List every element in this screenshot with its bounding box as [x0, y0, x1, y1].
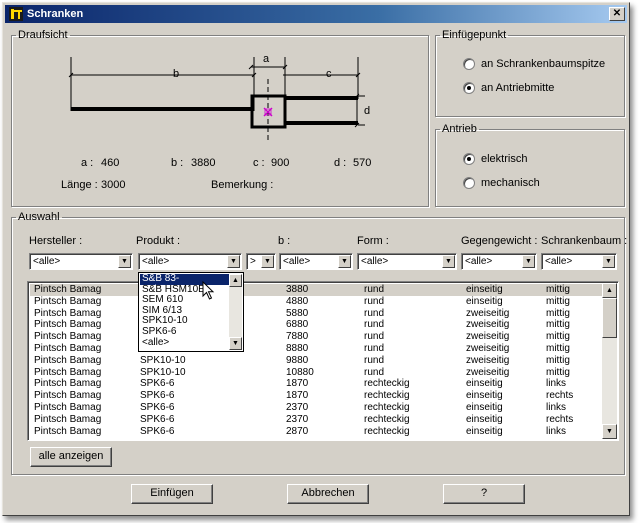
scroll-thumb[interactable] — [602, 298, 617, 338]
table-row[interactable]: Pintsch Bamag 7880 rund zweiseitig mittig — [30, 331, 602, 343]
table-row[interactable]: Pintsch Bamag SPK10-10 10880 rund zweiseitig… — [30, 367, 602, 379]
einfuegepunkt-group: Einfügepunkt — [435, 29, 625, 117]
scroll-up-icon[interactable]: ▲ — [229, 274, 242, 287]
radio-schrankenbaumspitze[interactable] — [463, 58, 475, 70]
insertion-point-marker-icon — [263, 107, 273, 117]
antrieb-group: Antrieb — [435, 123, 625, 207]
filter-gegengewicht[interactable]: <alle> ▼ — [461, 253, 537, 270]
table-row[interactable]: Pintsch Bamag SPK6-6 2870 rechteckig einseit… — [30, 426, 602, 438]
dim-label-d: d — [364, 105, 371, 117]
einfuegen-button[interactable]: Einfügen — [131, 484, 213, 504]
radio-antriebmitte[interactable] — [463, 82, 475, 94]
laenge-value: 3000 — [101, 179, 126, 191]
dim-label-c: c — [326, 68, 332, 80]
header-b: b : — [278, 235, 291, 247]
radio-elektrisch-label: elektrisch — [481, 153, 528, 165]
table-row[interactable]: Pintsch Bamag SPK10-10 9880 rund zweiseitig m… — [30, 355, 602, 367]
a-value: 460 — [101, 157, 120, 169]
table-row[interactable]: Pintsch Bamag 3880 rund einseitig mittig — [30, 284, 602, 296]
d-label: d : — [334, 157, 347, 169]
header-gegengewicht: Gegengewicht : — [461, 235, 538, 247]
chevron-down-icon[interactable]: ▼ — [338, 255, 351, 268]
auswahl-legend: Auswahl — [18, 211, 60, 223]
radio-elektrisch[interactable] — [463, 153, 475, 165]
filter-form-value: <alle> — [361, 256, 389, 267]
d-value: 570 — [353, 157, 372, 169]
scroll-down-icon[interactable]: ▼ — [229, 337, 242, 350]
filter-produkt-value: <alle> — [142, 256, 170, 267]
dropdown-item[interactable]: <alle> — [140, 337, 230, 349]
filter-schrankenbaum-value: <alle> — [545, 256, 573, 267]
table-scrollbar[interactable]: ▲ ▼ — [602, 283, 617, 439]
results-table[interactable]: Pintsch Bamag 3880 rund einseitig mittig Pin… — [27, 281, 619, 441]
a-label: a : — [81, 157, 94, 169]
filter-operator[interactable]: > ▼ — [246, 253, 276, 270]
chevron-down-icon[interactable]: ▼ — [522, 255, 535, 268]
title-bar: Schranken ✕ — [5, 5, 627, 23]
filter-gegengewicht-value: <alle> — [465, 256, 493, 267]
filter-schrankenbaum[interactable]: <alle> ▼ — [541, 253, 617, 270]
chevron-down-icon[interactable]: ▼ — [118, 255, 131, 268]
radio-mechanisch[interactable] — [463, 177, 475, 189]
b-label: b : — [171, 157, 184, 169]
dim-label-b: b — [173, 68, 180, 80]
table-row[interactable]: Pintsch Bamag SPK6-6 2370 rechteckig einseit… — [30, 414, 602, 426]
scroll-down-icon[interactable]: ▼ — [602, 424, 617, 439]
filter-b-value: <alle> — [283, 256, 311, 267]
table-row[interactable]: Pintsch Bamag 8880 rund zweiseitig mittig — [30, 343, 602, 355]
window-title: Schranken — [27, 8, 84, 20]
schranken-dialog: Schranken ✕ Draufsicht b a c d a: 460 b… — [2, 2, 630, 516]
barrier-top-view-drawing — [68, 57, 365, 141]
dropdown-scrollbar[interactable]: ▲ ▼ — [229, 274, 242, 350]
einfuegepunkt-legend: Einfügepunkt — [442, 29, 507, 41]
filter-hersteller[interactable]: <alle> ▼ — [29, 253, 133, 270]
table-row[interactable]: Pintsch Bamag SPK6-6 2370 rechteckig einseit… — [30, 402, 602, 414]
table-row[interactable]: Pintsch Bamag 6880 rund zweiseitig mittig — [30, 319, 602, 331]
c-label: c : — [253, 157, 265, 169]
chevron-down-icon[interactable]: ▼ — [442, 255, 455, 268]
radio-schrankenbaumspitze-label: an Schrankenbaumspitze — [481, 58, 606, 70]
dim-label-a: a — [263, 53, 270, 65]
laenge-label: Länge : — [61, 179, 98, 191]
filter-b[interactable]: <alle> ▼ — [279, 253, 353, 270]
c-value: 900 — [271, 157, 290, 169]
header-schrankenbaum: Schrankenbaum : — [541, 235, 628, 247]
header-produkt: Produkt : — [136, 235, 181, 247]
abbrechen-button[interactable]: Abbrechen — [287, 484, 369, 504]
filter-hersteller-value: <alle> — [33, 256, 61, 267]
radio-antriebmitte-label: an Antriebmitte — [481, 82, 555, 94]
alle-anzeigen-button[interactable]: alle anzeigen — [30, 447, 112, 467]
table-row[interactable]: Pintsch Bamag 5880 rund zweiseitig mittig — [30, 308, 602, 320]
barrier-app-icon — [9, 7, 23, 21]
header-hersteller: Hersteller : — [29, 235, 83, 247]
chevron-down-icon[interactable]: ▼ — [261, 255, 274, 268]
produkt-dropdown-list[interactable]: S&B 83-01/0010011 S&B HSM10E SEM 610 SIM… — [138, 272, 244, 352]
chevron-down-icon[interactable]: ▼ — [602, 255, 615, 268]
table-row[interactable]: Pintsch Bamag SPK6-6 1870 rechteckig einseit… — [30, 390, 602, 402]
dropdown-item[interactable]: S&B 83-01/0010011 — [139, 273, 231, 294]
chevron-down-icon[interactable]: ▼ — [227, 255, 240, 268]
dropdown-item[interactable]: SPK6-6 — [140, 326, 230, 338]
table-row[interactable]: Pintsch Bamag SPK6-6 1870 rechteckig einseit… — [30, 378, 602, 390]
header-form: Form : — [357, 235, 389, 247]
close-icon[interactable]: ✕ — [609, 7, 625, 21]
b-value: 3880 — [191, 157, 216, 169]
filter-operator-value: > — [250, 256, 256, 267]
bemerkung-label: Bemerkung : — [211, 179, 274, 191]
table-row[interactable]: Pintsch Bamag 4880 rund einseitig mittig — [30, 296, 602, 308]
filter-produkt[interactable]: <alle> ▼ — [138, 253, 242, 270]
scroll-up-icon[interactable]: ▲ — [602, 283, 617, 298]
filter-form[interactable]: <alle> ▼ — [357, 253, 457, 270]
help-button[interactable]: ? — [443, 484, 525, 504]
radio-mechanisch-label: mechanisch — [481, 177, 540, 189]
antrieb-legend: Antrieb — [442, 123, 477, 135]
mouse-cursor-icon — [202, 281, 215, 300]
